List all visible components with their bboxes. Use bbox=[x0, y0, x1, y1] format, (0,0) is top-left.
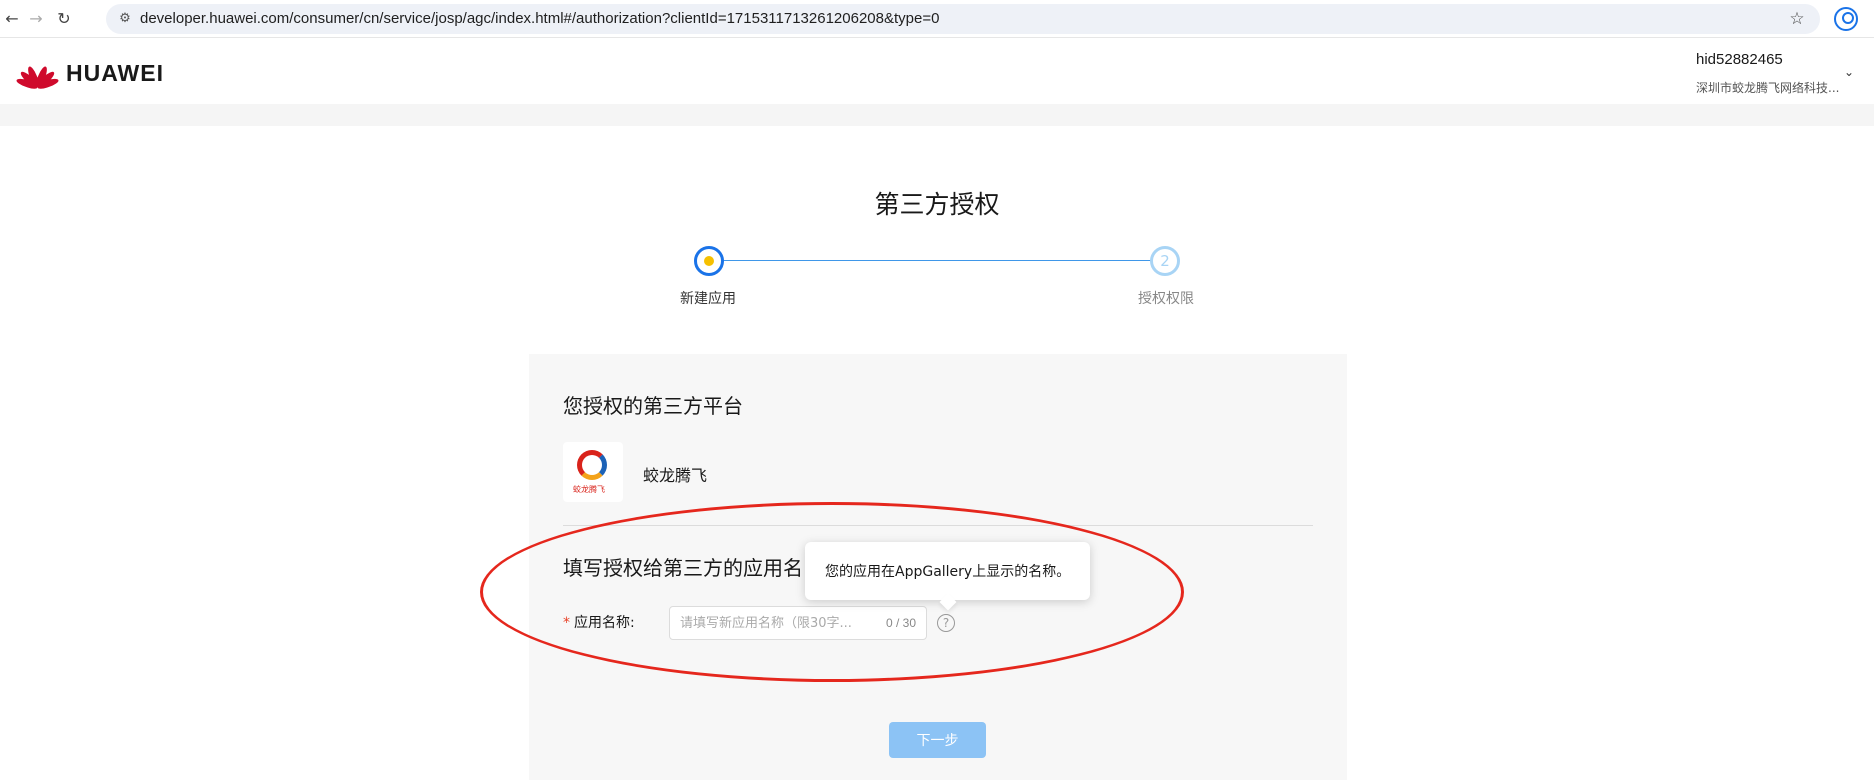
step-2-label: 授权权限 bbox=[1138, 291, 1194, 307]
reload-icon[interactable]: ↻ bbox=[52, 7, 76, 31]
section-divider bbox=[563, 525, 1313, 526]
page-title: 第三方授权 bbox=[874, 190, 1000, 219]
site-header: HUAWEI hid52882465 深圳市蛟龙腾飞网络科技... ⌄ bbox=[0, 39, 1874, 104]
app-logo-caption: 蛟龙腾飞 bbox=[573, 485, 605, 494]
app-name-input[interactable] bbox=[680, 607, 870, 639]
next-step-button[interactable]: 下一步 bbox=[889, 722, 986, 758]
logo-text: HUAWEI bbox=[66, 59, 164, 86]
app-name-field-label: * 应用名称: bbox=[563, 612, 635, 632]
profile-icon[interactable] bbox=[1834, 7, 1858, 31]
url-text[interactable]: developer.huawei.com/consumer/cn/service… bbox=[140, 4, 939, 34]
user-company[interactable]: 深圳市蛟龙腾飞网络科技... bbox=[1696, 79, 1841, 96]
dragon-swirl-icon bbox=[577, 450, 607, 480]
back-arrow-icon[interactable]: ← bbox=[0, 7, 24, 31]
app-name-input-box[interactable]: 0 / 30 bbox=[669, 606, 927, 640]
user-id[interactable]: hid52882465 bbox=[1696, 51, 1783, 68]
site-info-icon[interactable]: ⚙ bbox=[116, 10, 134, 28]
char-counter: 0 / 30 bbox=[885, 616, 916, 630]
header-divider-band bbox=[0, 104, 1874, 126]
help-question-icon[interactable]: ? bbox=[937, 614, 955, 632]
required-asterisk: * bbox=[563, 615, 570, 631]
chevron-down-icon[interactable]: ⌄ bbox=[1844, 65, 1854, 79]
step-active-dot bbox=[704, 256, 714, 266]
step-1-label: 新建应用 bbox=[680, 291, 736, 307]
forward-arrow-icon[interactable]: → bbox=[24, 7, 48, 31]
app-name-section-title: 填写授权给第三方的应用名 bbox=[563, 556, 803, 580]
stepper: 2 新建应用 授权权限 bbox=[680, 244, 1194, 314]
tooltip-text: 您的应用在AppGallery上显示的名称。 bbox=[825, 564, 1071, 580]
bookmark-star-icon[interactable]: ☆ bbox=[1786, 8, 1808, 30]
app-name-label-text: 应用名称: bbox=[574, 615, 635, 631]
step-1-indicator bbox=[694, 246, 724, 276]
browser-toolbar: ← → ↻ ⚙ developer.huawei.com/consumer/cn… bbox=[0, 0, 1874, 38]
third-party-app-name: 蛟龙腾飞 bbox=[643, 466, 708, 485]
platform-section-title: 您授权的第三方平台 bbox=[563, 394, 743, 418]
help-tooltip: 您的应用在AppGallery上显示的名称。 bbox=[805, 542, 1090, 611]
third-party-app-logo: 蛟龙腾飞 bbox=[563, 442, 623, 502]
huawei-logo[interactable]: HUAWEI bbox=[15, 57, 164, 91]
step-2-indicator: 2 bbox=[1150, 246, 1180, 276]
address-bar[interactable]: ⚙ developer.huawei.com/consumer/cn/servi… bbox=[106, 4, 1820, 34]
step-connector bbox=[722, 260, 1156, 261]
huawei-flower-icon bbox=[15, 57, 60, 91]
